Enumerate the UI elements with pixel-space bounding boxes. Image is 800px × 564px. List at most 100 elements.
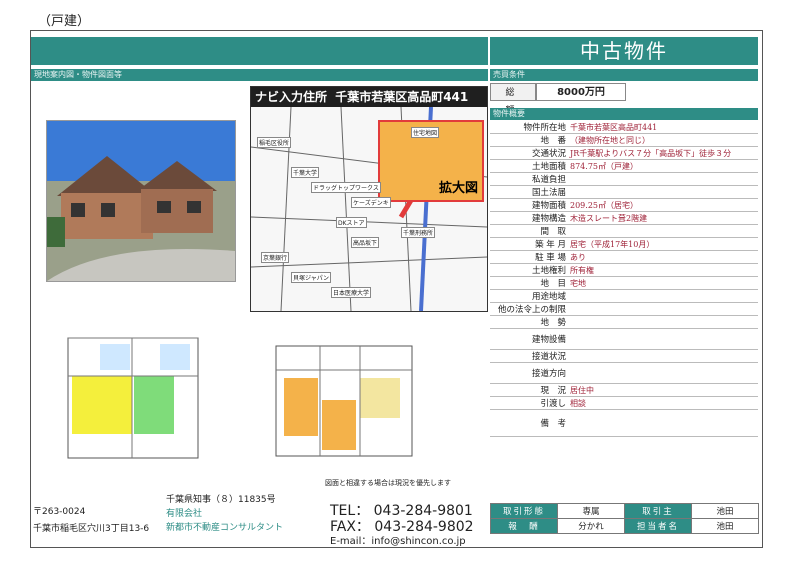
detail-value: 宅地	[568, 276, 758, 290]
detail-key: 建物面積	[490, 198, 568, 212]
floor-plan-2f	[270, 330, 430, 470]
map-place-label: 貝塚ジャパン	[291, 272, 332, 283]
footer-license: 千葉県知事（８）11835号	[166, 495, 276, 505]
footer-company-type: 有限会社	[166, 509, 203, 519]
detail-value: 209.25㎡（居宅）	[568, 198, 758, 212]
detail-value: あり	[568, 250, 758, 264]
map-header: ナビ入力住所 千葉市若葉区高品町441	[251, 87, 487, 107]
terms-label: 取引主	[624, 503, 692, 519]
footer-company-name: 新都市不動産コンサルタント	[166, 523, 284, 533]
detail-row: 地 番（建物所在地と同じ）	[490, 133, 758, 147]
detail-key: 国土法届	[490, 185, 568, 199]
detail-value	[568, 224, 758, 238]
section-label-sale-terms: 売買条件	[490, 69, 758, 81]
price-label: 総 額	[490, 83, 536, 116]
terms-label: 担当者名	[624, 518, 692, 534]
detail-key: 築 年 月	[490, 237, 568, 251]
detail-value	[568, 315, 758, 329]
footer-postal: 〒263-0024	[33, 507, 86, 517]
map-place-label: DKストア	[336, 217, 367, 228]
detail-row: 物件所在地 千葉市若葉区高品町441	[490, 121, 758, 134]
detail-key: 交通状況	[490, 146, 568, 160]
detail-row: 用途地域	[490, 289, 758, 303]
detail-row: 他の法令上の制限	[490, 302, 758, 316]
detail-key: 土地権利	[490, 263, 568, 277]
detail-key: 物件所在地	[490, 121, 568, 134]
detail-key: 備 考	[490, 409, 568, 437]
detail-row: 間 取	[490, 224, 758, 238]
price-value: 8000万円	[536, 83, 626, 101]
detail-row: 駐 車 場あり	[490, 250, 758, 264]
detail-value: 所有権	[568, 263, 758, 277]
detail-row: 私道負担	[490, 172, 758, 186]
detail-row: 交通状況 JR千葉駅よりバス７分「高品坂下」徒歩３分	[490, 146, 758, 160]
detail-value	[568, 409, 758, 437]
map-place-label: 高品坂下	[351, 237, 380, 248]
map-place-label: ドラッグトップワークス	[311, 182, 381, 193]
footer-address: 千葉市稲毛区穴川3丁目13-6	[33, 524, 150, 534]
detail-key: 地 勢	[490, 315, 568, 329]
map-place-label: 住宅地図	[411, 127, 440, 138]
header-band	[31, 37, 488, 65]
map-place-label: 千葉刑務所	[401, 227, 436, 238]
section-label-overview: 物件概要	[490, 108, 758, 120]
detail-row: 建物構造 木造スレート葺2階建	[490, 211, 758, 225]
section-label-map: 現地案内図・物件図面等	[31, 69, 488, 81]
location-map: ナビ入力住所 千葉市若葉区高品町441 拡大図 稲毛区役所千葉大学ドラッグトップ…	[250, 86, 488, 312]
detail-key: 引渡し	[490, 396, 568, 410]
detail-key: 現 況	[490, 383, 568, 397]
map-zoom-label: 拡大図	[439, 181, 479, 196]
detail-row: 地 目宅地	[490, 276, 758, 290]
detail-value	[568, 362, 758, 384]
detail-row: 築 年 月居宅（平成17年10月）	[490, 237, 758, 251]
category-title: 中古物件	[490, 37, 758, 65]
detail-row: 備 考	[490, 409, 758, 437]
footer-email: E-mail：info@shincon.co.jp	[330, 536, 466, 547]
detail-value	[568, 328, 758, 350]
detail-row: 接道状況	[490, 349, 758, 363]
terms-label: 報 酬	[490, 518, 558, 534]
detail-value: 居宅（平成17年10月）	[568, 237, 758, 251]
property-photo	[46, 120, 236, 282]
detail-value: 相談	[568, 396, 758, 410]
detail-row: 引渡し 相談	[490, 396, 758, 410]
detail-value	[568, 349, 758, 363]
detail-key: 建物構造	[490, 211, 568, 225]
detail-row: 国土法届	[490, 185, 758, 199]
detail-value	[568, 185, 758, 199]
detail-key: 間 取	[490, 224, 568, 238]
detail-key: 地 番	[490, 133, 568, 147]
detail-key: 他の法令上の制限	[490, 302, 568, 316]
detail-value: （建物所在地と同じ）	[568, 133, 758, 147]
detail-value: JR千葉駅よりバス７分「高品坂下」徒歩３分	[568, 146, 758, 160]
detail-key: 地 目	[490, 276, 568, 290]
detail-row: 建物面積 209.25㎡（居宅）	[490, 198, 758, 212]
detail-value	[568, 289, 758, 303]
map-header-prefix: ナビ入力住所	[255, 90, 328, 104]
detail-key: 駐 車 場	[490, 250, 568, 264]
terms-value: 分かれ	[557, 518, 625, 534]
terms-table: 取引形態 専属 取引主 池田 報 酬 分かれ 担当者名 池田	[490, 503, 759, 534]
map-place-label: 日本医療大学	[331, 287, 372, 298]
terms-value: 池田	[691, 503, 759, 519]
detail-key: 接道方向	[490, 362, 568, 384]
map-place-label: 千葉大学	[291, 167, 320, 178]
detail-value: 居住中	[568, 383, 758, 397]
detail-key: 用途地域	[490, 289, 568, 303]
detail-row: 土地権利 所有権	[490, 263, 758, 277]
detail-value: 千葉市若葉区高品町441	[568, 121, 758, 134]
disclaimer-note: 図面と相違する場合は現況を優先します	[325, 479, 451, 487]
map-place-label: ケーズデンキ	[351, 197, 391, 208]
map-place-label: 京葉銀行	[261, 252, 290, 263]
detail-row: 現 況居住中	[490, 383, 758, 397]
map-place-label: 稲毛区役所	[257, 137, 292, 148]
detail-key: 私道負担	[490, 172, 568, 186]
detail-row: 土地面積 874.75㎡（戸建）	[490, 159, 758, 173]
price-row: 総 額 8000万円	[490, 83, 758, 116]
map-header-address: 千葉市若葉区高品町441	[335, 90, 469, 104]
detail-value	[568, 302, 758, 316]
detail-row: 建物設備	[490, 328, 758, 350]
detail-key: 建物設備	[490, 328, 568, 350]
detail-key: 土地面積	[490, 159, 568, 173]
detail-value: 木造スレート葺2階建	[568, 211, 758, 225]
